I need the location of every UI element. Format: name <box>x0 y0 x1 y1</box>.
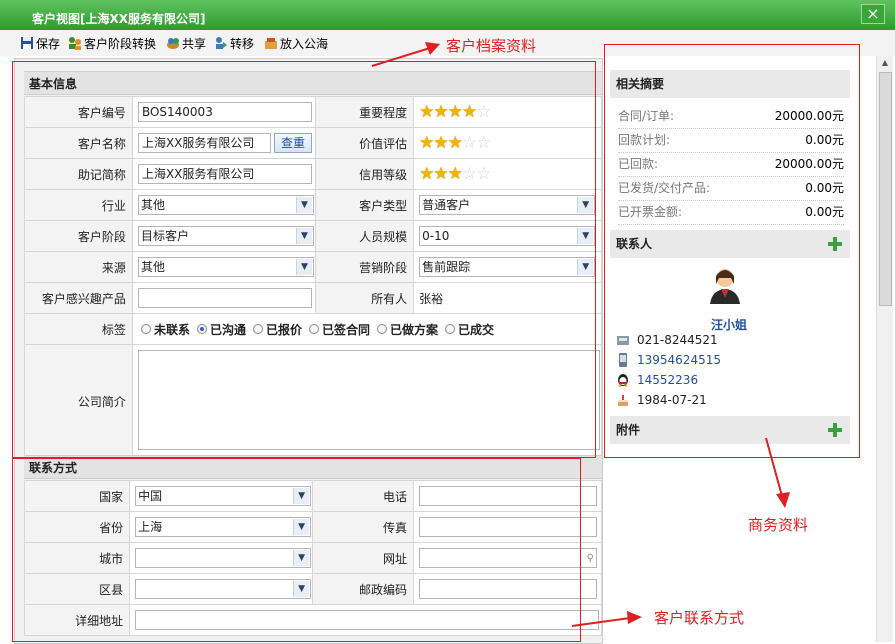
annotation-box-profile <box>12 61 596 458</box>
to-pool-label: 放入公海 <box>280 36 329 51</box>
transfer-button[interactable]: 转移 <box>214 34 254 52</box>
floppy-disk-icon <box>21 37 33 49</box>
magnifier-icon[interactable]: ⚲ <box>587 550 594 568</box>
transfer-icon <box>216 37 227 49</box>
title-bar: 客户视图[上海XX服务有限公司] × <box>0 0 895 30</box>
stage-switch-label: 客户阶段转换 <box>84 36 157 51</box>
annotation-arrowhead <box>776 492 790 508</box>
to-pool-button[interactable]: 放入公海 <box>264 34 328 52</box>
share-button[interactable]: 共享 <box>166 34 206 52</box>
close-icon[interactable]: × <box>861 4 885 24</box>
vertical-scrollbar[interactable]: ▲ <box>876 56 893 642</box>
window-title: 客户视图[上海XX服务有限公司] <box>32 12 206 26</box>
annotation-contact: 客户联系方式 <box>654 609 745 627</box>
annotation-box-contact <box>12 458 581 642</box>
save-button[interactable]: 保存 <box>20 34 60 52</box>
scrollbar-thumb[interactable] <box>879 72 892 306</box>
annotation-box-business <box>604 44 860 458</box>
annotation-arrowhead <box>627 611 642 624</box>
save-label: 保存 <box>36 36 61 51</box>
annotation-business: 商务资料 <box>748 516 809 534</box>
pool-icon <box>265 38 277 49</box>
people-switch-icon <box>69 37 81 50</box>
scroll-up-icon[interactable]: ▲ <box>879 58 891 70</box>
stage-switch-button[interactable]: 客户阶段转换 <box>68 34 156 52</box>
annotation-profile: 客户档案资料 <box>446 37 537 55</box>
transfer-label: 转移 <box>230 36 255 51</box>
share-label: 共享 <box>182 36 207 51</box>
share-icon <box>167 38 179 49</box>
